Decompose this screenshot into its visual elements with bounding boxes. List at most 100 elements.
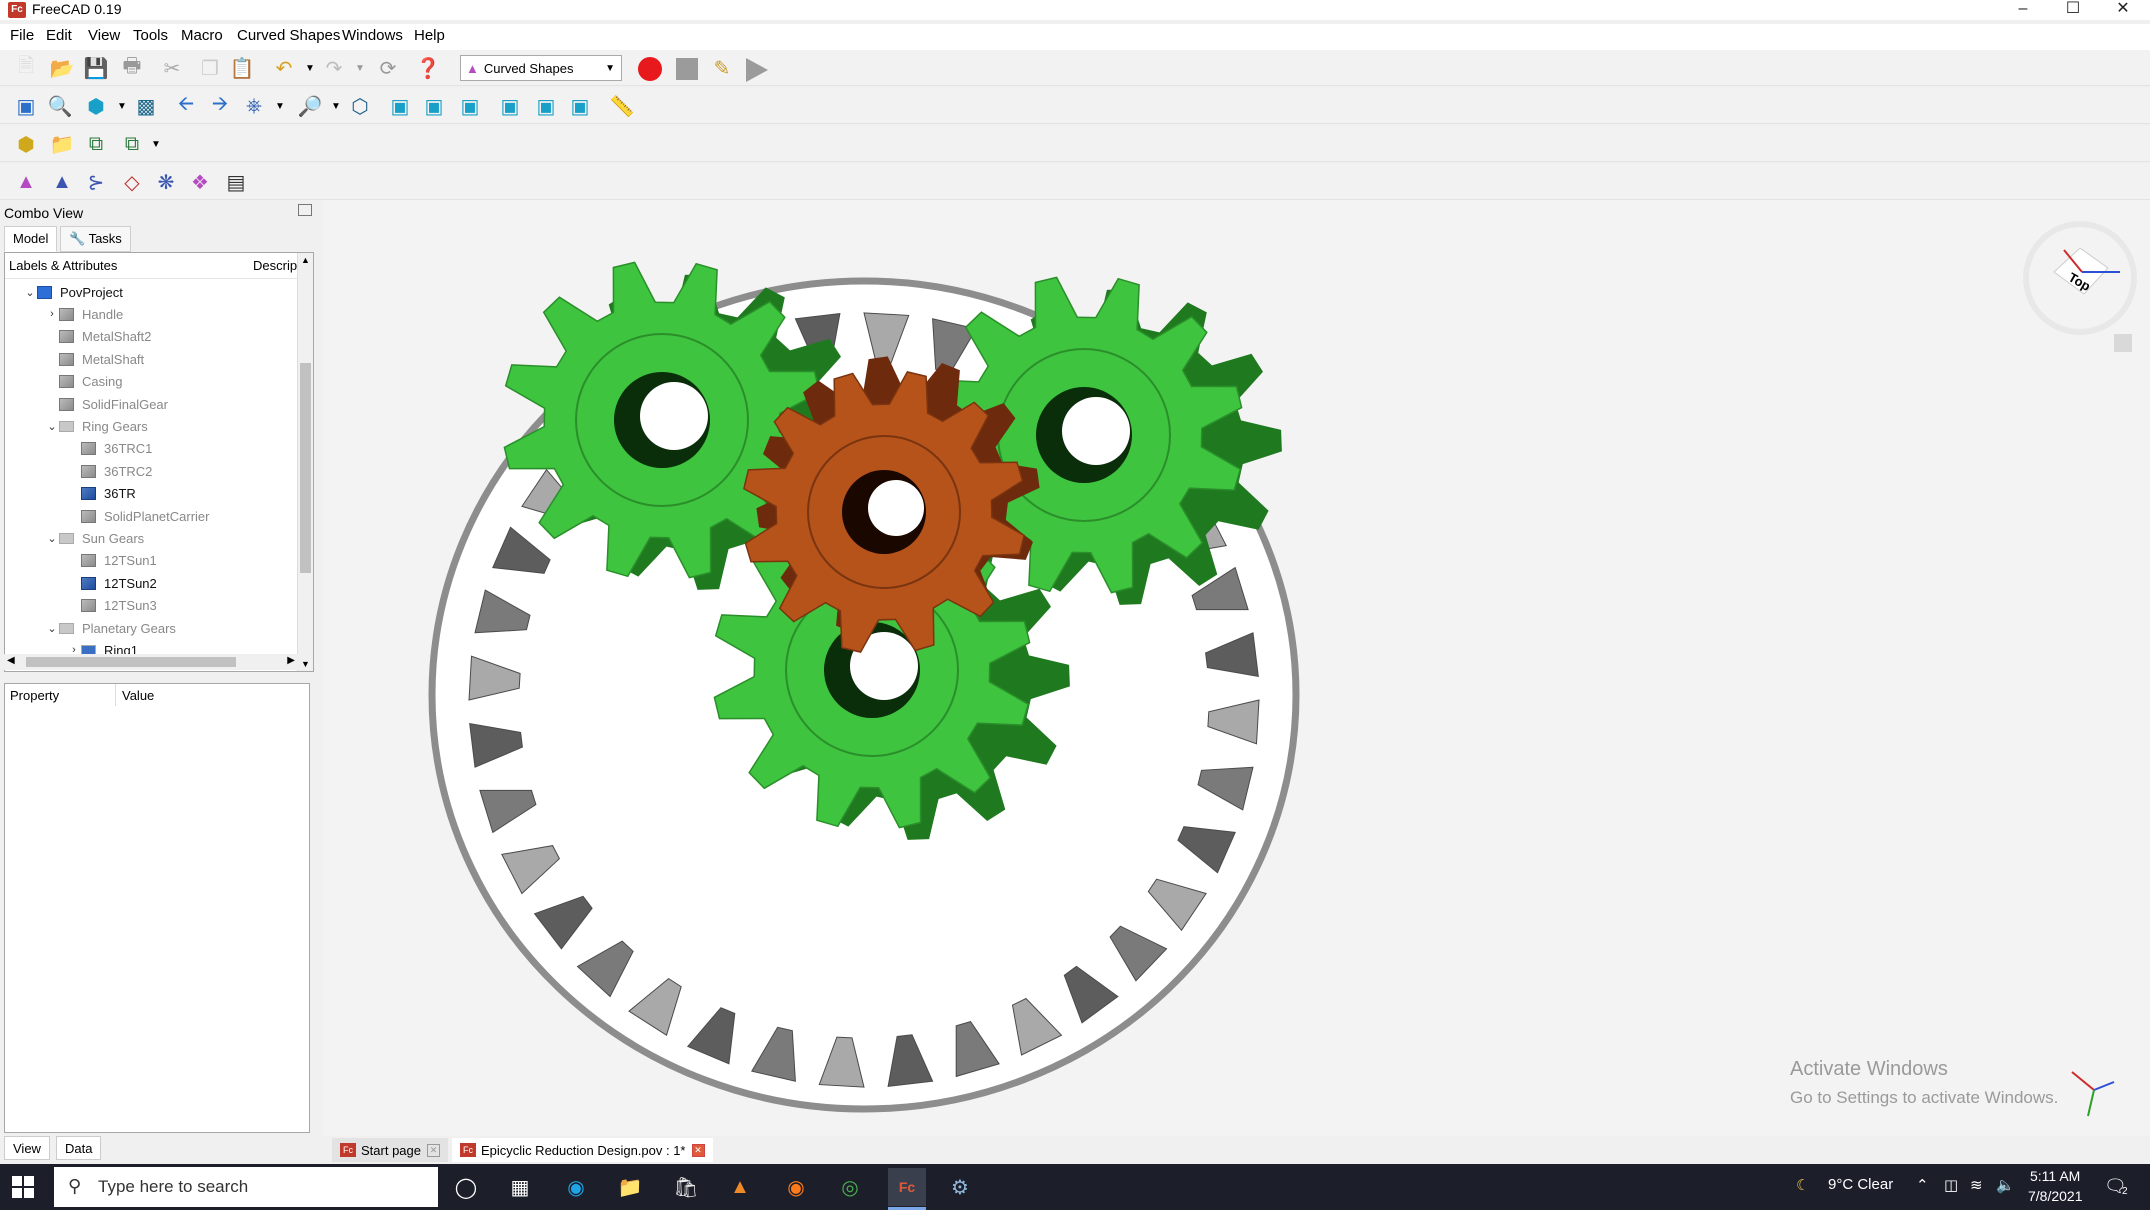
scroll-up-icon[interactable]: ▲: [301, 255, 310, 265]
tree-vertical-scrollbar[interactable]: ▲ ▼: [297, 253, 313, 671]
tab-tasks[interactable]: 🔧 Tasks: [60, 226, 131, 252]
menu-help[interactable]: Help: [414, 27, 445, 44]
fit-selection-icon[interactable]: 🔍: [46, 92, 74, 120]
freecad-taskbar-icon[interactable]: Fc: [888, 1168, 926, 1206]
link-actions-dropdown-icon[interactable]: ▼: [142, 130, 170, 158]
scroll-right-icon[interactable]: ▶: [287, 655, 295, 666]
workbench-selector[interactable]: ▲ Curved Shapes ▼: [460, 55, 622, 81]
chevron-down-icon[interactable]: ⌄: [23, 286, 37, 299]
taskbar-search-box[interactable]: ⚲ Type here to search: [54, 1167, 438, 1207]
tree-item[interactable]: 12TSun2: [5, 572, 295, 594]
menu-file[interactable]: File: [10, 27, 34, 44]
refresh-icon[interactable]: ⟳: [374, 54, 402, 82]
chevron-down-icon[interactable]: ⌄: [45, 532, 59, 545]
tree-item[interactable]: SolidPlanetCarrier: [5, 505, 295, 527]
3d-viewport[interactable]: Top: [322, 200, 2150, 1136]
flat-face-icon[interactable]: ❋: [152, 168, 180, 196]
redo-dropdown-icon[interactable]: ▼: [346, 54, 374, 82]
fillet-edges-icon[interactable]: ❖: [186, 168, 214, 196]
tab-model[interactable]: Model: [4, 226, 58, 252]
zoom-icon[interactable]: 🔎: [296, 92, 324, 120]
top-view-icon[interactable]: ▣: [420, 92, 448, 120]
left-view-icon[interactable]: ▣: [566, 92, 594, 120]
clock-time[interactable]: 5:11 AM: [2030, 1168, 2080, 1184]
execute-macro-icon[interactable]: [746, 58, 768, 82]
sync-view-dropdown-icon[interactable]: ▼: [266, 92, 294, 120]
minimize-icon[interactable]: –: [2000, 0, 2046, 20]
app-taskbar-icon[interactable]: ⚙: [946, 1173, 974, 1201]
chevron-down-icon[interactable]: ⌄: [45, 622, 59, 635]
menu-edit[interactable]: Edit: [46, 27, 72, 44]
open-file-icon[interactable]: 📂: [48, 54, 76, 82]
menu-windows[interactable]: Windows: [342, 27, 403, 44]
copy-icon[interactable]: ❐: [196, 54, 224, 82]
tree-item[interactable]: 12TSun3: [5, 595, 295, 617]
measure-icon[interactable]: 📏: [608, 92, 636, 120]
menu-tools[interactable]: Tools: [133, 27, 168, 44]
undo-icon[interactable]: ↶: [270, 54, 298, 82]
tree-item[interactable]: SolidFinalGear: [5, 393, 295, 415]
task-view-icon[interactable]: ▦: [506, 1173, 534, 1201]
tree-item[interactable]: 36TR: [5, 483, 295, 505]
close-icon[interactable]: ✕: [2100, 0, 2146, 20]
maximize-icon[interactable]: ☐: [2050, 0, 2096, 20]
fit-all-icon[interactable]: ▣: [12, 92, 40, 120]
curved-segment-icon[interactable]: ▲: [48, 168, 76, 196]
chevron-down-icon[interactable]: ⌄: [45, 420, 59, 433]
vertical-scroll-thumb[interactable]: [300, 363, 311, 573]
model-tree[interactable]: Labels & Attributes Descrip ⌄ PovProject ›…: [4, 252, 314, 672]
show-hidden-icons-icon[interactable]: ⌃: [1916, 1176, 1929, 1194]
interpolated-middle-icon[interactable]: ⊱: [82, 168, 110, 196]
tree-item[interactable]: ⌄ Ring Gears: [5, 415, 295, 437]
create-link-icon[interactable]: ⧉: [82, 130, 110, 158]
volume-icon[interactable]: 🔈: [1996, 1176, 2015, 1194]
edit-macro-icon[interactable]: ✎: [708, 54, 736, 82]
scroll-left-icon[interactable]: ◀: [7, 655, 15, 666]
network-icon[interactable]: ◫: [1944, 1176, 1958, 1194]
tree-item[interactable]: 36TRC1: [5, 438, 295, 460]
back-arrow-icon[interactable]: 🡨: [172, 92, 200, 120]
tree-item[interactable]: Casing: [5, 371, 295, 393]
tree-item[interactable]: ⌄ PovProject: [5, 281, 295, 303]
print-icon[interactable]: 🖶: [118, 54, 146, 82]
gear-assembly-render[interactable]: Top: [322, 200, 2150, 1136]
property-editor[interactable]: Property Value: [4, 683, 310, 1133]
save-icon[interactable]: 💾: [82, 54, 110, 82]
windows-start-icon[interactable]: [12, 1176, 34, 1198]
create-group-icon[interactable]: 📁: [48, 130, 76, 158]
firefox-icon[interactable]: ◉: [782, 1173, 810, 1201]
tree-item[interactable]: 36TRC2: [5, 460, 295, 482]
draw-style-icon[interactable]: ⬢: [82, 92, 110, 120]
tree-item[interactable]: MetalShaft2: [5, 326, 295, 348]
create-part-icon[interactable]: ⬢: [12, 130, 40, 158]
tree-horizontal-scrollbar[interactable]: ◀ ▶: [4, 654, 298, 670]
sync-view-icon[interactable]: ⎈: [240, 92, 268, 120]
close-tab-icon[interactable]: ✕: [691, 1143, 705, 1157]
tab-view[interactable]: View: [4, 1136, 50, 1160]
menu-macro[interactable]: Macro: [181, 27, 223, 44]
menu-curved-shapes[interactable]: Curved Shapes: [237, 27, 340, 44]
tree-item[interactable]: MetalShaft: [5, 348, 295, 370]
horizontal-scroll-thumb[interactable]: [26, 657, 236, 667]
right-view-icon[interactable]: ▣: [456, 92, 484, 120]
notch-connector-icon[interactable]: ▤: [222, 168, 250, 196]
record-macro-icon[interactable]: [638, 57, 662, 81]
navcube-menu-icon[interactable]: [2114, 334, 2132, 352]
labels-attributes-header[interactable]: Labels & Attributes: [9, 258, 117, 273]
tree-item[interactable]: ⌄ Sun Gears: [5, 527, 295, 549]
paste-icon[interactable]: 📋: [228, 54, 256, 82]
file-explorer-icon[interactable]: 📁: [616, 1173, 644, 1201]
navigation-cube[interactable]: Top: [2023, 221, 2137, 352]
forward-arrow-icon[interactable]: 🡪: [206, 92, 234, 120]
weather-text[interactable]: 9°C Clear: [1828, 1176, 1893, 1193]
bottom-view-icon[interactable]: ▣: [532, 92, 560, 120]
cut-icon[interactable]: ✂: [158, 54, 186, 82]
surface-cut-icon[interactable]: ◇: [118, 168, 146, 196]
stop-macro-icon[interactable]: [676, 58, 698, 80]
tab-start-page[interactable]: Fc Start page ✕: [332, 1138, 448, 1162]
vlc-icon[interactable]: ▲: [726, 1173, 754, 1201]
curved-array-icon[interactable]: ▲: [12, 168, 40, 196]
tree-item[interactable]: ⌄ Planetary Gears: [5, 617, 295, 639]
store-icon[interactable]: 🛍: [672, 1173, 700, 1201]
new-file-icon[interactable]: 🗎: [12, 54, 40, 82]
